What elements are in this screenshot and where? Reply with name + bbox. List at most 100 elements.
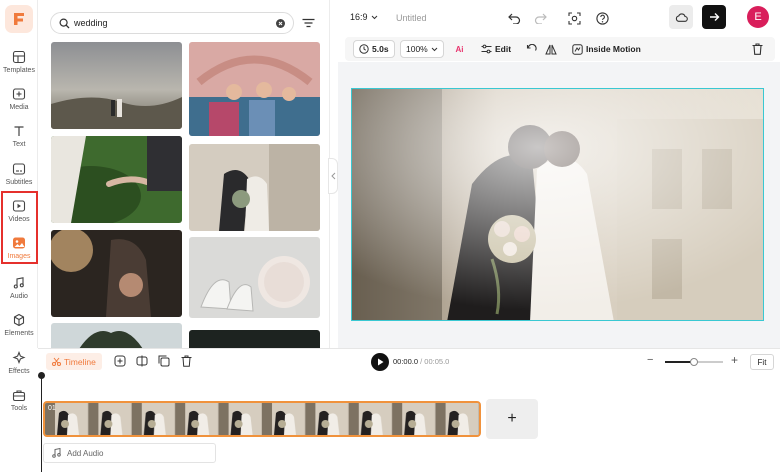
sidebar-item-templates[interactable]: Templates: [0, 44, 38, 80]
image-thumbnail[interactable]: [189, 330, 320, 348]
play-button[interactable]: [371, 353, 389, 371]
zoom-value: 100%: [406, 44, 428, 54]
sliders-icon: [481, 44, 492, 54]
help-icon[interactable]: [594, 10, 610, 26]
playhead-handle[interactable]: [38, 372, 45, 379]
preview-icon[interactable]: [566, 10, 582, 26]
duration-button[interactable]: 5.0s: [353, 40, 395, 58]
current-time: 00:00.0: [393, 357, 419, 366]
delete-clip-icon[interactable]: [179, 354, 193, 368]
image-thumbnail[interactable]: [51, 42, 182, 129]
sidebar-item-tools[interactable]: Tools: [0, 382, 38, 418]
effects-icon: [12, 351, 26, 365]
cloud-save-button[interactable]: [669, 5, 693, 29]
cloud-icon: [675, 12, 688, 22]
search-input[interactable]: [74, 18, 264, 28]
zoom-slider[interactable]: [665, 358, 723, 366]
zoom-slider-handle[interactable]: [690, 358, 698, 366]
playhead[interactable]: [41, 376, 42, 472]
chevron-down-icon: [431, 47, 438, 51]
duplicate-icon[interactable]: [157, 354, 171, 368]
user-avatar[interactable]: E: [747, 6, 769, 28]
sidebar-label: Effects: [8, 368, 30, 375]
add-audio-button[interactable]: Add Audio: [43, 443, 216, 463]
logo-icon: [14, 13, 24, 25]
text-icon: [14, 126, 24, 136]
fit-button[interactable]: Fit: [750, 354, 774, 370]
inside-motion-label: Inside Motion: [586, 44, 641, 54]
element-toolbar: 5.0s 100% Ai Edit Inside Motion: [345, 37, 775, 61]
timeline-tab-label: Timeline: [64, 356, 96, 367]
split-icon[interactable]: [135, 354, 149, 368]
redo-icon[interactable]: [532, 10, 548, 26]
ai-tools-button[interactable]: Ai: [453, 40, 466, 58]
holding-hands-image: [51, 136, 182, 223]
total-time: 00:05.0: [424, 357, 450, 366]
time-display: 00:00.0 / 00:05.0: [393, 357, 450, 366]
delete-icon[interactable]: [752, 40, 763, 58]
sidebar-label: Subtitles: [5, 179, 33, 186]
image-thumbnail[interactable]: [51, 230, 182, 317]
image-thumbnail[interactable]: [51, 323, 182, 348]
sidebar-item-text[interactable]: Text: [0, 118, 38, 154]
highlight-box: [1, 191, 38, 264]
rotate-icon[interactable]: [526, 40, 537, 58]
export-button[interactable]: [702, 5, 726, 29]
arrow-right-icon: [709, 13, 719, 21]
celebration-arch-image: [189, 42, 320, 136]
search-icon: [59, 17, 70, 29]
tools-icon: [12, 390, 26, 402]
filter-icon[interactable]: [300, 15, 316, 31]
edit-button[interactable]: Edit: [481, 40, 511, 58]
play-icon: [377, 358, 383, 366]
scissors-icon: [52, 357, 61, 366]
add-audio-label: Add Audio: [67, 448, 104, 458]
subtitles-icon: [12, 163, 26, 175]
edit-label: Edit: [495, 44, 512, 54]
clear-search-icon[interactable]: [275, 18, 285, 28]
sidebar-item-elements[interactable]: Elements: [0, 307, 38, 343]
editor-app: Templates Media Text Subtitles Videos Im…: [0, 0, 780, 472]
canvas-image[interactable]: [351, 88, 764, 321]
zoom-in-button[interactable]: +: [731, 353, 738, 367]
add-clip-button[interactable]: +: [486, 399, 538, 439]
motion-icon: [572, 43, 583, 55]
add-element-icon[interactable]: [113, 354, 127, 368]
panel-collapse-handle[interactable]: [328, 158, 338, 194]
image-thumbnail[interactable]: [51, 136, 182, 223]
sidebar-item-audio[interactable]: Audio: [0, 270, 38, 306]
undo-icon[interactable]: [506, 10, 522, 26]
timeline-tab[interactable]: Timeline: [46, 353, 102, 370]
zoom-select[interactable]: 100%: [400, 40, 444, 58]
project-title[interactable]: Untitled: [396, 13, 427, 23]
left-sidebar: Templates Media Text Subtitles Videos Im…: [0, 0, 38, 412]
zoom-out-button[interactable]: −: [647, 354, 653, 366]
ai-icon: Ai: [455, 44, 464, 54]
chevron-left-icon: [330, 172, 335, 180]
flip-icon[interactable]: [545, 40, 557, 58]
palm-trees-image: [51, 323, 182, 348]
top-bar: 16:9 Untitled E: [338, 0, 780, 36]
app-logo[interactable]: [5, 5, 33, 33]
sidebar-item-media[interactable]: Media: [0, 81, 38, 117]
image-thumbnail[interactable]: [189, 237, 320, 318]
wedding-couple-photo: [352, 89, 763, 320]
clip-filmstrip: [45, 403, 479, 435]
search-box: [50, 12, 294, 34]
image-thumbnail[interactable]: [189, 144, 320, 231]
sidebar-item-subtitles[interactable]: Subtitles: [0, 156, 38, 192]
inside-motion-button[interactable]: Inside Motion: [572, 40, 641, 58]
sidebar-label: Audio: [10, 293, 28, 300]
elements-icon: [13, 313, 25, 327]
veil-kiss-image: [189, 144, 320, 231]
media-icon: [12, 88, 26, 100]
sidebar-label: Templates: [3, 67, 35, 74]
chevron-down-icon: [371, 15, 377, 19]
templates-icon: [12, 50, 26, 64]
aspect-ratio-select[interactable]: 16:9: [350, 12, 378, 22]
sidebar-label: Media: [9, 104, 29, 111]
image-thumbnail[interactable]: [189, 42, 320, 136]
sidebar-label: Elements: [4, 330, 34, 337]
image-clip[interactable]: 01: [43, 401, 481, 437]
sidebar-item-effects[interactable]: Effects: [0, 345, 38, 381]
